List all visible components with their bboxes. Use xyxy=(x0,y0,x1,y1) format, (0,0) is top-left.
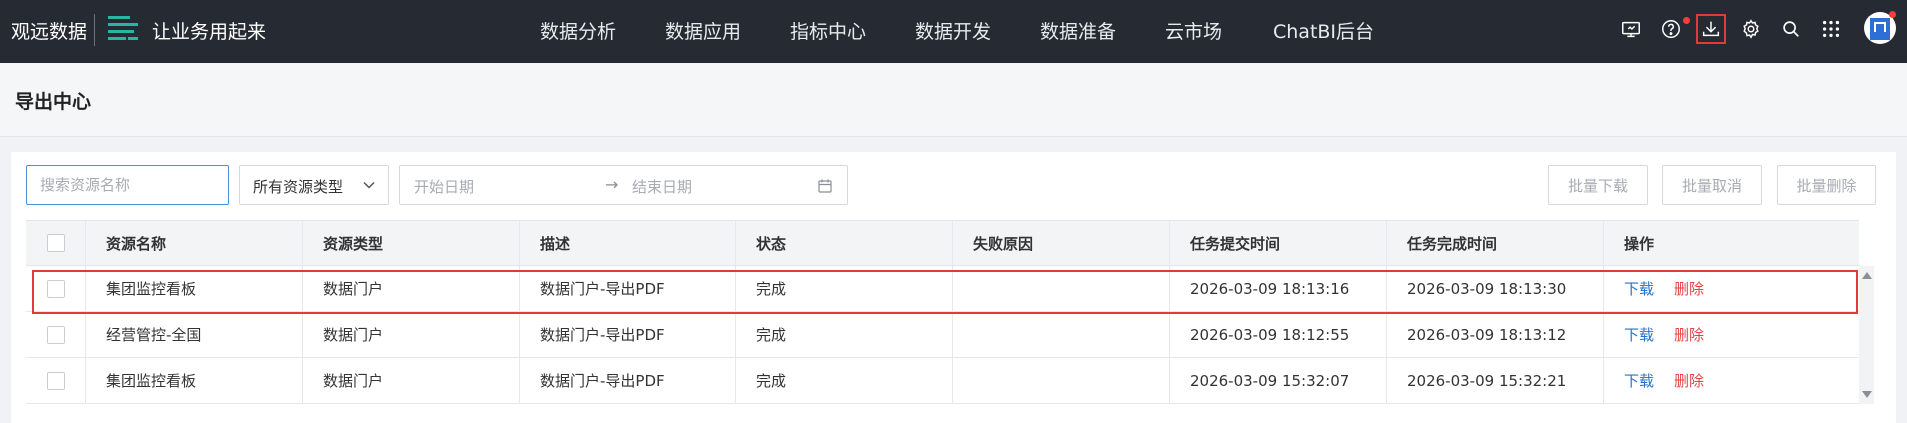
select-all-checkbox[interactable] xyxy=(46,234,65,252)
scroll-down-arrow-icon[interactable] xyxy=(1862,391,1872,398)
search-icon xyxy=(1783,21,1799,37)
page-title: 导出中心 xyxy=(15,91,92,113)
cell-status: 完成 xyxy=(736,266,953,311)
nav-item-data-apps[interactable]: 数据应用 xyxy=(665,17,741,44)
notification-dot xyxy=(1683,17,1690,24)
help-icon xyxy=(1662,20,1680,38)
header-actions: 操作 xyxy=(1624,234,1655,253)
apps-grid-icon xyxy=(1822,20,1840,38)
scroll-up-arrow-icon[interactable] xyxy=(1862,272,1872,279)
gear-icon xyxy=(1743,19,1759,39)
cell-failure-reason xyxy=(953,266,1170,311)
cell-status: 完成 xyxy=(736,358,953,403)
row-checkbox[interactable] xyxy=(46,325,65,344)
header-failure-reason[interactable]: 失败原因 xyxy=(953,221,1170,265)
brand-slogan: 让业务用起来 xyxy=(152,21,267,43)
top-navigation-bar: 观远数据 让业务用起来 数据分析 数据应用 指标中心 数据开发 数据准备 云市场… xyxy=(0,0,1907,63)
table-row[interactable]: 集团监控看板 数据门户 数据门户-导出PDF 完成 2026-03-09 18:… xyxy=(26,266,1859,312)
table-row[interactable]: 经营管控-全国 数据门户 数据门户-导出PDF 完成 2026-03-09 18… xyxy=(26,312,1859,358)
header-description[interactable]: 描述 xyxy=(520,221,736,265)
cell-complete-time: 2026-03-09 18:13:12 xyxy=(1387,312,1604,357)
download-icon xyxy=(1702,21,1720,37)
batch-delete-button[interactable]: 批量删除 xyxy=(1777,165,1876,205)
cell-complete-time: 2026-03-09 15:32:21 xyxy=(1387,358,1604,403)
brand-name[interactable]: 观远数据 xyxy=(11,17,87,44)
delete-link[interactable]: 删除 xyxy=(1674,278,1704,299)
row-checkbox[interactable] xyxy=(46,279,65,298)
nav-item-metrics-center[interactable]: 指标中心 xyxy=(790,17,866,44)
cell-submit-time: 2026-03-09 15:32:07 xyxy=(1170,358,1387,403)
download-link[interactable]: 下载 xyxy=(1624,370,1654,391)
nav-item-data-preparation[interactable]: 数据准备 xyxy=(1040,17,1116,44)
batch-download-button[interactable]: 批量下载 xyxy=(1548,165,1648,205)
cell-actions: 下载 删除 xyxy=(1604,266,1859,311)
delete-link[interactable]: 删除 xyxy=(1674,370,1704,391)
resource-type-select[interactable]: 所有资源类型 xyxy=(239,165,389,205)
header-status[interactable]: 状态 xyxy=(736,221,953,265)
chevron-down-icon xyxy=(363,181,375,189)
resource-type-value: 所有资源类型 xyxy=(253,178,344,196)
table-scrollbar[interactable] xyxy=(1859,266,1874,404)
header-resource-name[interactable]: 资源名称 xyxy=(86,221,303,265)
nav-item-data-analysis[interactable]: 数据分析 xyxy=(540,17,616,44)
date-range-picker[interactable]: 开始日期 → 结束日期 xyxy=(399,165,848,205)
page-header: 导出中心 xyxy=(0,63,1907,137)
cell-submit-time: 2026-03-09 18:13:16 xyxy=(1170,266,1387,311)
cell-resource-type: 数据门户 xyxy=(303,266,520,311)
brand-divider xyxy=(94,14,95,46)
cell-complete-time: 2026-03-09 18:13:30 xyxy=(1387,266,1604,311)
cell-resource-name: 经营管控-全国 xyxy=(86,312,303,357)
cell-description: 数据门户-导出PDF xyxy=(520,312,736,357)
row-select-cell xyxy=(26,358,86,403)
download-link[interactable]: 下载 xyxy=(1624,324,1654,345)
cell-failure-reason xyxy=(953,312,1170,357)
header-resource-type[interactable]: 资源类型 xyxy=(303,221,520,265)
cell-actions: 下载 删除 xyxy=(1604,312,1859,357)
cell-resource-type: 数据门户 xyxy=(303,358,520,403)
logo-icon[interactable] xyxy=(106,13,140,45)
table-header: 资源名称 资源类型 描述 状态 失败原因 任务提交时间 任务完成时间 操作 xyxy=(26,220,1859,266)
batch-cancel-button[interactable]: 批量取消 xyxy=(1662,165,1762,205)
download-center-button[interactable] xyxy=(1696,14,1726,44)
cell-resource-type: 数据门户 xyxy=(303,312,520,357)
search-button[interactable] xyxy=(1776,14,1806,44)
cell-resource-name: 集团监控看板 xyxy=(86,266,303,311)
avatar-notification-dot xyxy=(1889,11,1896,18)
header-submit-time[interactable]: 任务提交时间 xyxy=(1170,221,1387,265)
cell-description: 数据门户-导出PDF xyxy=(520,358,736,403)
header-complete-time[interactable]: 任务完成时间 xyxy=(1387,221,1604,265)
range-arrow-icon: → xyxy=(605,175,619,194)
cell-status: 完成 xyxy=(736,312,953,357)
row-select-cell xyxy=(26,312,86,357)
row-select-cell xyxy=(26,266,86,311)
monitor-button[interactable] xyxy=(1616,14,1646,44)
select-all-cell xyxy=(26,221,86,265)
help-button[interactable] xyxy=(1656,14,1686,44)
start-date-field[interactable]: 开始日期 xyxy=(414,176,474,197)
row-checkbox[interactable] xyxy=(46,371,65,390)
end-date-field[interactable]: 结束日期 xyxy=(632,176,692,197)
cell-description: 数据门户-导出PDF xyxy=(520,266,736,311)
search-input[interactable] xyxy=(26,165,229,205)
cell-resource-name: 集团监控看板 xyxy=(86,358,303,403)
settings-button[interactable] xyxy=(1736,14,1766,44)
calendar-icon xyxy=(818,179,832,193)
delete-link[interactable]: 删除 xyxy=(1674,324,1704,345)
table-row[interactable]: 集团监控看板 数据门户 数据门户-导出PDF 完成 2026-03-09 15:… xyxy=(26,358,1859,404)
apps-menu-button[interactable] xyxy=(1816,14,1846,44)
nav-item-data-development[interactable]: 数据开发 xyxy=(915,17,991,44)
cell-failure-reason xyxy=(953,358,1170,403)
download-link[interactable]: 下载 xyxy=(1624,278,1654,299)
nav-item-chatbi-admin[interactable]: ChatBI后台 xyxy=(1273,17,1374,44)
cell-actions: 下载 删除 xyxy=(1604,358,1859,403)
nav-item-marketplace[interactable]: 云市场 xyxy=(1165,17,1222,44)
cell-submit-time: 2026-03-09 18:12:55 xyxy=(1170,312,1387,357)
monitor-icon xyxy=(1622,21,1640,38)
